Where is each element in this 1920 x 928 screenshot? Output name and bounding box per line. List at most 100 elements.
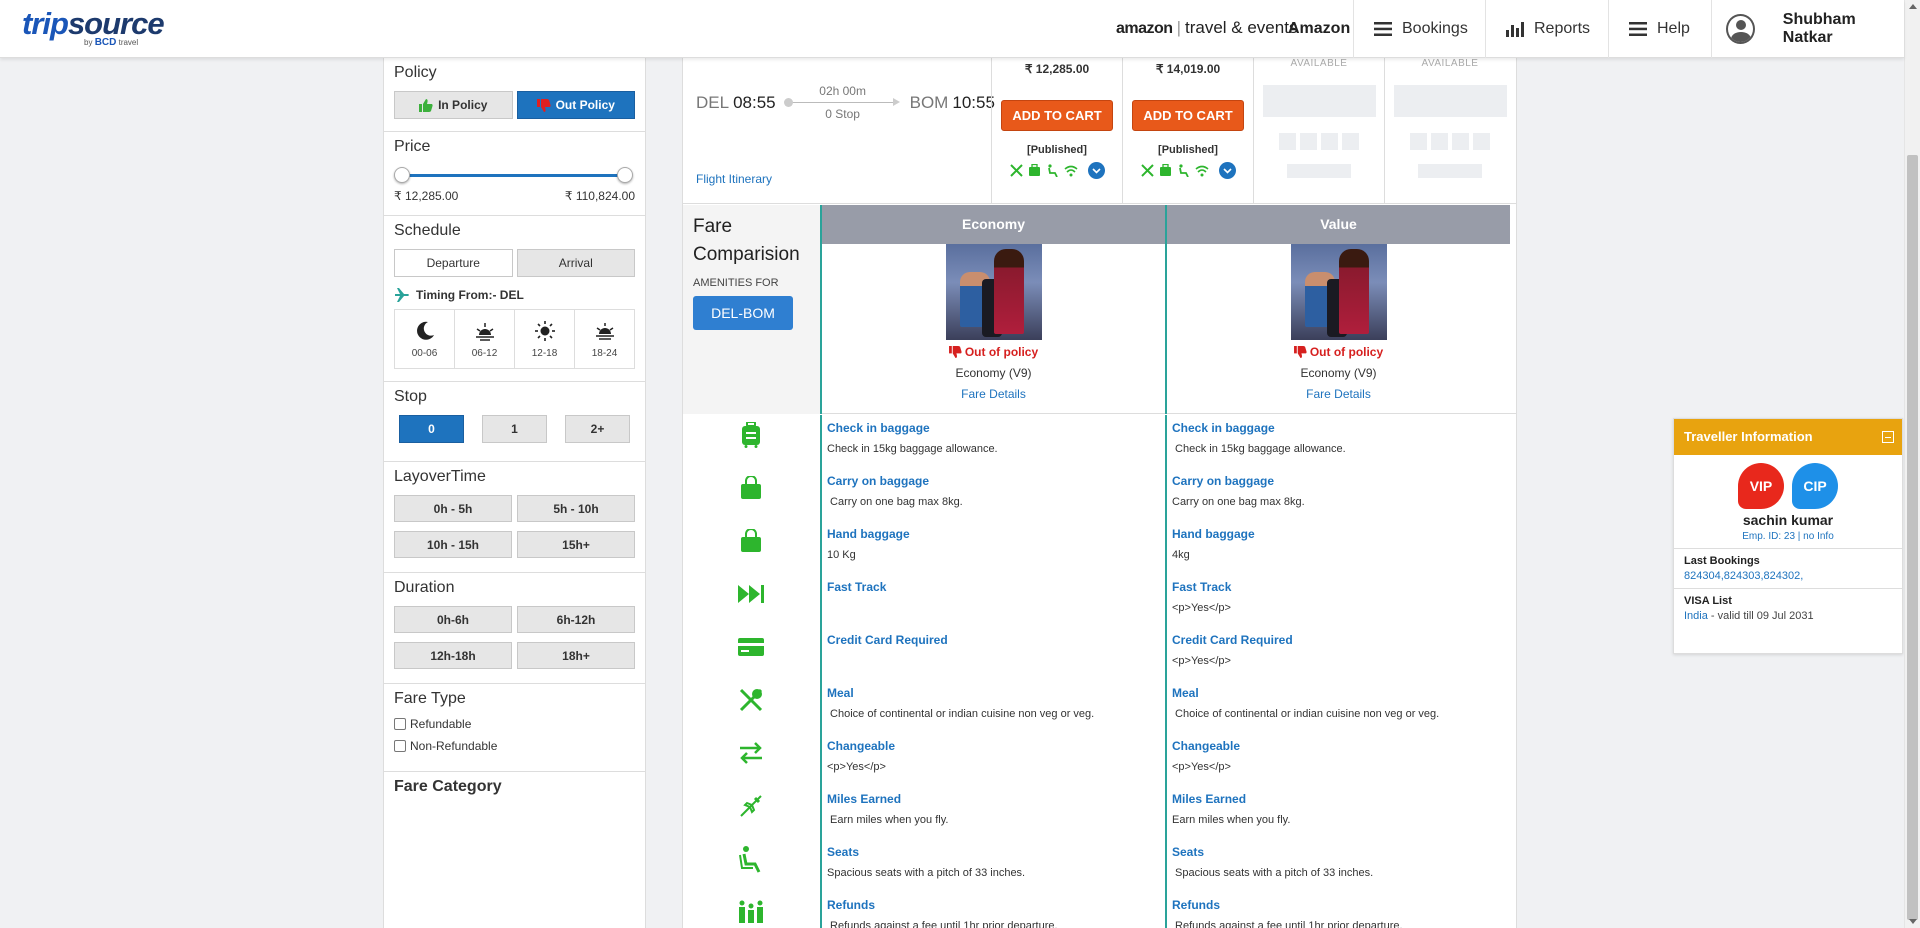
amenity-row: Changeable <p>Yes</p>: [827, 733, 1165, 786]
arrival-time: 10:55: [952, 92, 995, 112]
price-max-value: ₹ 110,824.00: [564, 189, 635, 203]
time-slot-label: 06-12: [471, 347, 498, 359]
scroll-up-icon[interactable]: [1909, 4, 1917, 9]
meal-icon: [1010, 164, 1024, 178]
add-to-cart-button[interactable]: ADD TO CART: [1132, 100, 1244, 131]
cabin-photo: [945, 244, 1042, 340]
stop-option-2plus[interactable]: 2+: [565, 415, 630, 443]
scroll-down-icon[interactable]: [1909, 919, 1917, 924]
duration-filter: Duration 0h-6h 6h-12h 12h-18h 18h+: [384, 573, 645, 684]
amenity-column-value: Check in baggage Check in 15kg baggage a…: [1165, 415, 1510, 928]
fare-type-label: [Published]: [1027, 144, 1087, 156]
stop-option-1[interactable]: 1: [482, 415, 547, 443]
layover-option[interactable]: 5h - 10h: [517, 495, 635, 522]
out-policy-button[interactable]: Out Policy: [516, 91, 635, 119]
amenity-title: Credit Card Required: [827, 633, 948, 647]
fare-details-link[interactable]: Fare Details: [822, 387, 1165, 401]
price-filter: Price ₹ 12,285.00 ₹ 110,824.00: [384, 132, 645, 216]
flight-card: DEL 08:55 02h 00m 0 Stop BOM 10:55 Fligh…: [683, 58, 1516, 204]
price-max-handle[interactable]: [617, 167, 633, 183]
sunrise-icon: [475, 322, 494, 341]
route-segment-button[interactable]: DEL-BOM: [693, 296, 793, 330]
plane-icon: [735, 790, 767, 822]
availability-label: AVAILABLE: [1290, 58, 1348, 69]
sun-icon: [534, 320, 555, 341]
price-min-handle[interactable]: [394, 167, 410, 183]
arrival-tab[interactable]: Arrival: [516, 249, 635, 277]
fare-details-link[interactable]: Fare Details: [1167, 387, 1510, 401]
stop-option-0[interactable]: 0: [399, 415, 464, 443]
thumbs-down-icon: [948, 346, 962, 358]
amenity-value: Choice of continental or indian cuisine …: [827, 708, 1095, 720]
expand-fare-icon[interactable]: [1087, 162, 1105, 179]
nav-reports[interactable]: Reports: [1485, 0, 1610, 58]
logo-by: by: [84, 38, 93, 47]
amenity-title: Check in baggage: [827, 421, 930, 435]
amenity-title: Hand baggage: [1172, 527, 1255, 541]
amenity-title: Refunds: [827, 898, 875, 912]
class-header: Value: [1167, 205, 1510, 244]
wifi-icon: [1063, 164, 1078, 178]
in-policy-button[interactable]: In Policy: [394, 91, 513, 119]
collapse-icon[interactable]: [1882, 431, 1894, 443]
amazon-link[interactable]: Amazon: [1288, 20, 1350, 38]
flight-itinerary-link[interactable]: Flight Itinerary: [696, 172, 772, 186]
price-min-value: ₹ 12,285.00: [394, 189, 459, 203]
nav-help[interactable]: Help: [1608, 0, 1710, 58]
amenity-row: Changeable <p>Yes</p>: [1172, 733, 1510, 786]
last-bookings-links[interactable]: 824304,824303,824302,: [1684, 570, 1892, 582]
page-scrollbar[interactable]: [1904, 0, 1920, 928]
time-slot-afternoon[interactable]: 12-18: [515, 310, 575, 368]
duration-option[interactable]: 12h-18h: [394, 642, 512, 669]
price-range-slider[interactable]: [394, 165, 633, 185]
duration-option[interactable]: 0h-6h: [394, 606, 512, 633]
refundable-checkbox[interactable]: [394, 718, 406, 730]
stops-text: 0 Stop: [825, 107, 860, 121]
expand-fare-icon[interactable]: [1218, 162, 1236, 179]
menu-icon: [1374, 22, 1392, 36]
seat-icon: [735, 843, 767, 875]
airplane-icon: [395, 288, 409, 302]
amenity-row: Miles Earned Earn miles when you fly.: [1172, 786, 1510, 839]
layover-option[interactable]: 0h - 5h: [394, 495, 512, 522]
tripsource-logo[interactable]: tripsource by BCD travel: [22, 6, 165, 48]
duration-option[interactable]: 6h-12h: [517, 606, 635, 633]
time-slot-morning[interactable]: 06-12: [455, 310, 515, 368]
user-menu[interactable]: Shubham Natkar: [1711, 0, 1904, 58]
nav-bookings[interactable]: Bookings: [1353, 0, 1488, 58]
visa-country[interactable]: India: [1684, 610, 1708, 622]
family-icon: [735, 896, 767, 928]
flight-duration: 02h 00m 0 Stop: [783, 84, 900, 121]
amenity-row: Carry on baggage Carry on one bag max 8kg…: [1172, 468, 1510, 521]
baggage-icon: [1028, 164, 1042, 178]
amenity-value: Earn miles when you fly.: [827, 814, 949, 826]
duration-option[interactable]: 18h+: [517, 642, 635, 669]
amenity-comparison-table: Check in baggage Check in 15kg baggage al…: [683, 415, 1516, 928]
time-slot-night[interactable]: 00-06: [395, 310, 455, 368]
layover-option[interactable]: 10h - 15h: [394, 531, 512, 558]
add-to-cart-button[interactable]: ADD TO CART: [1001, 100, 1113, 131]
wifi-icon: [1194, 164, 1209, 178]
fare-type-title: Fare Type: [394, 690, 466, 707]
visa-validity: - valid till 09 Jul 2031: [1707, 610, 1814, 622]
menu-icon: [1629, 22, 1647, 36]
fare-type-label: [Published]: [1158, 144, 1218, 156]
top-header: tripsource by BCD travel amazon | travel &…: [0, 0, 1904, 58]
amenity-value: Refunds against a fee until 1hr prior de…: [827, 920, 1058, 928]
skeleton-block: [1262, 85, 1376, 117]
out-of-policy-indicator: Out of policy: [1167, 345, 1510, 359]
moon-icon: [416, 321, 434, 340]
departure-tab[interactable]: Departure: [394, 249, 513, 277]
time-slot-evening[interactable]: 18-24: [575, 310, 634, 368]
amenity-row: Meal Choice of continental or indian cui…: [827, 680, 1165, 733]
amenity-row: Seats Spacious seats with a pitch of 33 …: [1172, 839, 1510, 892]
amenity-title: Miles Earned: [827, 792, 902, 806]
layover-option[interactable]: 15h+: [517, 531, 635, 558]
fare-option-2: ₹ 14,019.00 ADD TO CART [Published]: [1122, 58, 1253, 204]
stop-filter: Stop 0 1 2+: [384, 382, 645, 462]
schedule-filter: Schedule Departure Arrival Timing From:-…: [384, 216, 645, 382]
nav-bookings-label: Bookings: [1402, 20, 1468, 37]
scrollbar-thumb[interactable]: [1907, 155, 1918, 920]
non-refundable-checkbox[interactable]: [394, 740, 406, 752]
employee-id[interactable]: Emp. ID: 23 | no Info: [1674, 531, 1902, 542]
